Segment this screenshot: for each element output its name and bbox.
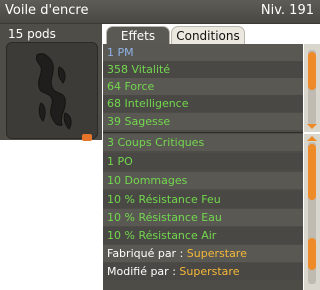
item-image [36,53,72,130]
effect-row-resistance-eau: 10 % Résistance Eau [103,209,303,226]
scroll-thumb-lower-2[interactable] [308,238,316,270]
scroll-thumb[interactable] [308,52,316,90]
effect-row-vitalite: 358 Vitalité [103,61,303,78]
effect-row-dommages: 10 Dommages [103,172,303,189]
modified-by-label: Modifié par : [107,265,180,278]
item-weight: 15 pods [8,27,56,41]
item-preview-panel: 15 pods [0,24,102,140]
effect-row-po: 1 PO [103,153,303,170]
effect-row-pm: 1 PM [103,44,303,61]
scroll-thumb-lower[interactable] [308,144,316,200]
tab-effets[interactable]: Effets [106,26,170,46]
scroll-down-icon[interactable] [307,124,317,129]
effects-list: 1 PM 358 Vitalité 64 Force 68 Intelligen… [103,44,303,290]
effect-row-resistance-air: 10 % Résistance Air [103,227,303,244]
item-name: Voile d'encre [5,3,89,18]
list-divider [103,132,303,133]
item-flag-icon [82,134,92,141]
effect-row-force: 64 Force [103,78,303,95]
tab-conditions[interactable]: Conditions [171,26,245,46]
effect-row-sagesse: 39 Sagesse [103,113,303,130]
modified-by-row: Modifié par : Superstare [103,263,303,280]
item-level: Niv. 191 [260,3,314,18]
effect-row-intelligence: 68 Intelligence [103,95,303,112]
item-tooltip-window: Voile d'encre Niv. 191 15 pods Effets Co… [0,0,320,290]
crafted-by-row: Fabriqué par : Superstare [103,245,303,262]
title-bar: Voile d'encre Niv. 191 [0,0,320,24]
effect-row-resistance-feu: 10 % Résistance Feu [103,191,303,208]
crafter-name[interactable]: Superstare [187,247,247,260]
crafted-by-label: Fabriqué par : [107,247,187,260]
effect-row-coups-critiques: 3 Coups Critiques [103,134,303,151]
effects-scrollbar-top[interactable] [304,44,320,132]
scroll-up-icon[interactable] [307,136,317,141]
effects-scrollbar-bottom[interactable] [304,134,320,290]
item-image-frame [6,42,98,139]
modifier-name[interactable]: Superstare [179,265,239,278]
